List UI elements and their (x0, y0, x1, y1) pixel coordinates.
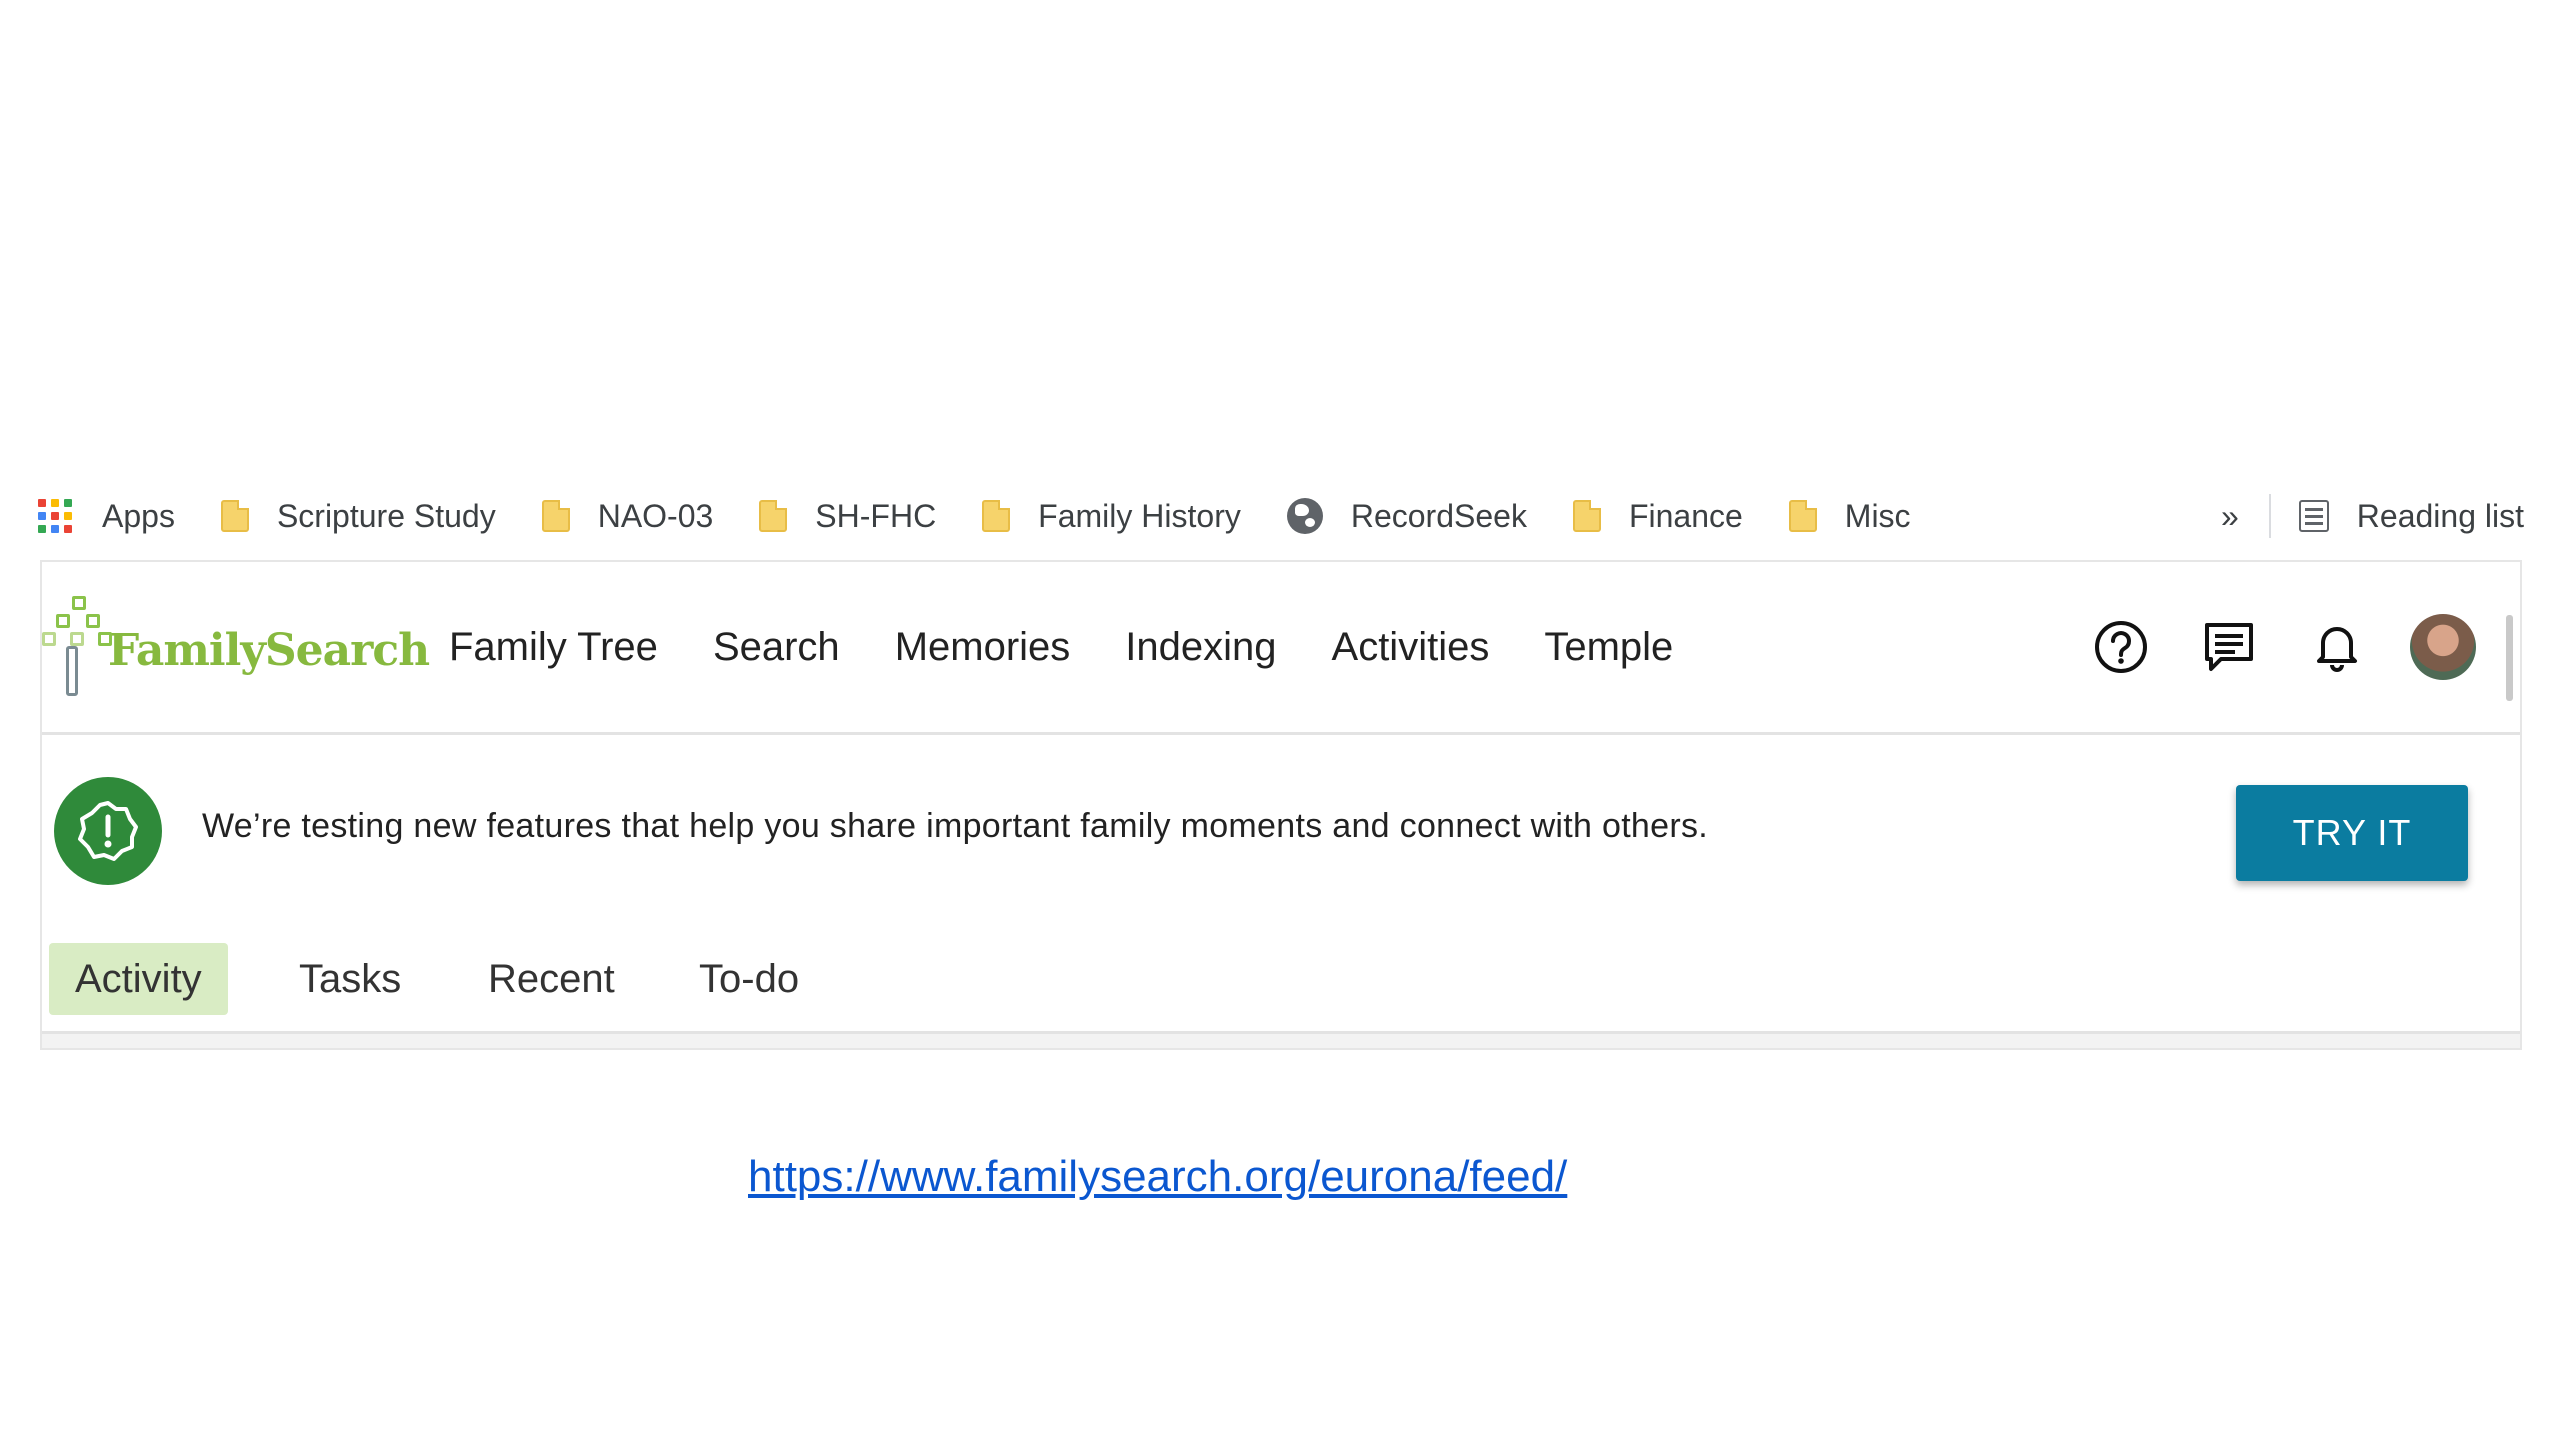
scrollbar-thumb[interactable] (2506, 615, 2513, 701)
familysearch-logo[interactable]: FamilySearch (42, 596, 430, 696)
bookmark-nao-03[interactable]: NAO-03 (541, 497, 714, 535)
bookmark-label: RecordSeek (1350, 497, 1527, 534)
tab-tasks[interactable]: Tasks (299, 943, 401, 1015)
bookmark-scripture-study[interactable]: Scripture Study (220, 497, 496, 535)
bell-icon[interactable] (2308, 618, 2366, 676)
bookmark-label: Scripture Study (276, 497, 496, 534)
feed-tabs: Activity Tasks Recent To-do (42, 915, 2520, 1034)
folder-icon (220, 500, 249, 532)
bookmark-label: Family History (1038, 497, 1241, 534)
avatar[interactable] (2410, 614, 2476, 680)
feed-url-link[interactable]: https://www.familysearch.org/eurona/feed… (748, 1152, 1567, 1202)
nav-family-tree[interactable]: Family Tree (449, 625, 658, 670)
tree-logo-icon (42, 596, 112, 696)
alert-badge-icon (54, 777, 162, 885)
bookmark-finance[interactable]: Finance (1572, 497, 1743, 535)
content-strip (42, 1034, 2520, 1048)
site-header: FamilySearch Family Tree Search Memories… (42, 562, 2520, 735)
folder-icon (759, 500, 788, 532)
nav-temple[interactable]: Temple (1544, 625, 1673, 670)
bookmark-label: Apps (102, 497, 175, 534)
folder-icon (1572, 500, 1601, 532)
bookmarks-overflow-button[interactable]: » (2221, 498, 2239, 535)
feature-banner: We’re testing new features that help you… (42, 735, 2520, 915)
chat-icon[interactable] (2200, 618, 2258, 676)
logo-text: FamilySearch (108, 625, 430, 676)
banner-message: We’re testing new features that help you… (202, 807, 1709, 845)
bookmark-family-history[interactable]: Family History (982, 498, 1241, 535)
folder-icon (1788, 500, 1817, 532)
page-frame: FamilySearch Family Tree Search Memories… (42, 562, 2520, 1048)
nav-indexing[interactable]: Indexing (1125, 625, 1276, 670)
main-nav: Family Tree Search Memories Indexing Act… (449, 562, 1728, 732)
bookmark-apps[interactable]: Apps (38, 498, 175, 535)
bookmark-sh-fhc[interactable]: SH-FHC (759, 498, 936, 535)
apps-grid-icon (38, 499, 72, 533)
reading-list-button[interactable]: Reading list (2357, 498, 2524, 535)
reading-list-icon[interactable] (2298, 500, 2329, 532)
help-icon[interactable] (2092, 618, 2150, 676)
bookmark-label: SH-FHC (815, 497, 937, 534)
bookmark-label: NAO-03 (597, 497, 714, 534)
bookmark-label: Finance (1628, 497, 1743, 534)
bookmark-misc[interactable]: Misc (1788, 497, 1911, 535)
tab-recent[interactable]: Recent (488, 943, 615, 1015)
tab-to-do[interactable]: To-do (699, 943, 799, 1015)
folder-icon (982, 500, 1011, 532)
header-actions (2042, 614, 2476, 680)
tab-activity[interactable]: Activity (49, 943, 228, 1015)
bookmarks-bar: Apps Scripture Study NAO-03 SH-FHC Famil… (38, 486, 2524, 546)
nav-activities[interactable]: Activities (1332, 625, 1490, 670)
bookmark-label: Misc (1844, 497, 1911, 534)
bookmark-recordseek[interactable]: RecordSeek (1286, 497, 1527, 535)
divider (2268, 494, 2271, 538)
globe-icon (1286, 498, 1323, 534)
nav-search[interactable]: Search (713, 625, 840, 670)
nav-memories[interactable]: Memories (895, 625, 1071, 670)
folder-icon (541, 500, 570, 532)
try-it-button[interactable]: TRY IT (2236, 785, 2468, 881)
